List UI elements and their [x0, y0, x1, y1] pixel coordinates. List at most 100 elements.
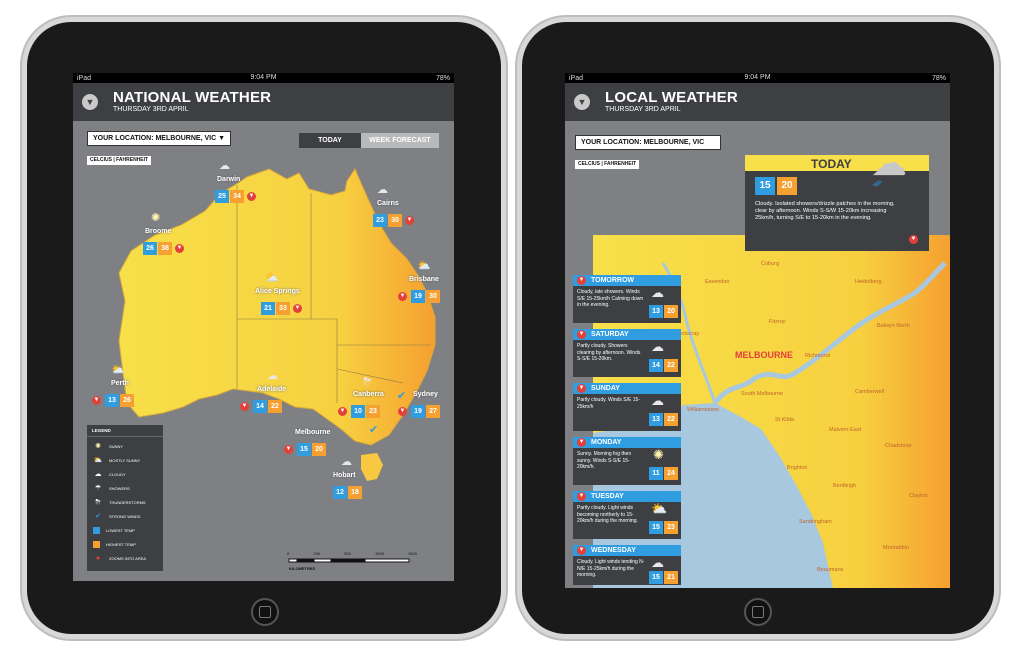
forecast-day: SATURDAY	[591, 331, 629, 338]
suburb-label: Malvern East	[829, 427, 862, 433]
city-label-cairns: Cairns	[377, 200, 399, 207]
suburb-label: South Melbourne	[741, 391, 783, 397]
home-button[interactable]	[744, 598, 772, 626]
legend-item-sunny: ✺ SUNNY	[93, 443, 123, 450]
scale-ticks: 0 250 500 1000 1500	[287, 551, 417, 556]
zoom-button-canberra[interactable]: ▼	[338, 407, 347, 416]
suburb-label: Heidelberg	[855, 279, 882, 285]
city-label-perth: Perth	[111, 380, 129, 387]
today-min-temp: 15	[755, 177, 775, 195]
legend-item-lowest-temp: LOWEST TEMP	[93, 527, 135, 534]
legend-item-strong-winds: ✔ STRONG WINDS	[93, 513, 141, 520]
today-expand-button[interactable]: ▼	[909, 235, 918, 244]
legend-item-mostly-sunny: ⛅ MOSTLY SUNNY	[93, 457, 141, 464]
city-label-adelaide: Adelaide	[257, 386, 287, 393]
map-legend: LEGEND ✺ SUNNY ⛅ MOSTLY SUNNY ☁ CLOUDY ☂ SHO…	[87, 425, 163, 571]
mostly-sunny-icon: ⛅	[111, 364, 125, 376]
forecast-text: Cloudy, late showers. Winds S/E 15-25km/…	[577, 289, 644, 308]
forecast-min-temp: 15	[649, 571, 663, 584]
expand-button[interactable]: ▼	[577, 276, 586, 285]
right-ipad: iPad 9:04 PM 78% ▼ LOCAL WEATHER THURSDA…	[522, 22, 994, 634]
cloudy-icon: ☁	[341, 456, 352, 468]
suburb-label: Chadstone	[885, 443, 912, 449]
forecast-card-saturday[interactable]: ▼ SATURDAY Partly cloudy. Showers clearin…	[573, 329, 681, 377]
left-ipad: iPad 9:04 PM 78% ▼ NATIONAL WEATHER THUR…	[27, 22, 501, 634]
forecast-max-temp: 23	[664, 521, 678, 534]
right-screen: iPad 9:04 PM 78% ▼ LOCAL WEATHER THURSDA…	[565, 73, 950, 588]
expand-button[interactable]: ▼	[577, 438, 586, 447]
suburb-label: Balwyn North	[877, 323, 910, 329]
legend-title: LEGEND	[92, 428, 111, 433]
forecast-min-temp: 15	[649, 521, 663, 534]
forecast-card-monday[interactable]: ▼ MONDAY Sunny. Morning fog then sunny. W…	[573, 437, 681, 485]
sunny-icon: ✺	[151, 212, 161, 224]
home-button[interactable]	[251, 598, 279, 626]
cloudy-icon: ☁	[94, 471, 102, 478]
legend-item-showers: ☂ SHOWERS	[94, 485, 130, 492]
mostly-sunny-icon: ⛅	[265, 272, 279, 284]
forecast-max-temp: 22	[664, 359, 678, 372]
expand-button[interactable]: ▼	[577, 546, 586, 555]
left-screen: iPad 9:04 PM 78% ▼ NATIONAL WEATHER THUR…	[73, 73, 454, 581]
forecast-card-tuesday[interactable]: ▼ TUESDAY Partly cloudy. Light winds beco…	[573, 491, 681, 539]
zoom-button-darwin[interactable]: ▼	[247, 192, 256, 201]
suburb-label: Beaumaris	[817, 567, 844, 573]
forecast-day: SUNDAY	[591, 385, 620, 392]
min-temp-perth: 13	[105, 394, 119, 407]
min-temp-darwin: 25	[215, 190, 229, 203]
forecast-card-tomorrow[interactable]: ▼ TOMORROW Cloudy, late showers. Winds S/…	[573, 275, 681, 323]
max-temp-canberra: 23	[366, 405, 380, 418]
zoom-button-cairns[interactable]: ▼	[405, 216, 414, 225]
cloudy-icon: ☁	[267, 370, 278, 382]
strong-winds-icon: ✔	[95, 513, 101, 520]
strong-winds-icon: ✔	[397, 390, 407, 402]
expand-button[interactable]: ▼	[577, 492, 586, 501]
zoom-button-broome[interactable]: ▼	[175, 244, 184, 253]
min-temp-canberra: 10	[351, 405, 365, 418]
lowest-temp-swatch	[93, 527, 100, 534]
forecast-min-temp: 14	[649, 359, 663, 372]
forecast-text: Sunny. Morning fog then sunny. Winds S-S…	[577, 451, 632, 470]
zoom-button-adelaide[interactable]: ▼	[240, 402, 249, 411]
expand-button[interactable]: ▼	[577, 330, 586, 339]
forecast-min-temp: 13	[649, 305, 663, 318]
today-description: Cloudy. Isolated showers/drizzle patches…	[755, 201, 895, 222]
expand-button[interactable]: ▼	[577, 384, 586, 393]
legend-item-highest-temp: HIGHEST TEMP	[93, 541, 136, 548]
zoom-button-perth[interactable]: ▼	[92, 396, 101, 405]
legend-item-zoom: ● ZOOMS INTO AREA	[93, 555, 146, 562]
scale-bar	[288, 558, 410, 563]
forecast-text: Partly cloudy. Showers clearing by after…	[577, 343, 641, 362]
showers-icon: ☁	[377, 184, 388, 196]
forecast-card-sunday[interactable]: ▼ SUNDAY Partly cloudy. Winds S/E 15-25km…	[573, 383, 681, 431]
max-temp-alice-springs: 33	[276, 302, 290, 315]
zoom-button-sydney[interactable]: ▼	[398, 407, 407, 416]
max-temp-sydney: 27	[426, 405, 440, 418]
max-temp-melbourne: 20	[312, 443, 326, 456]
today-label: TODAY	[811, 157, 852, 171]
forecast-card-wednesday[interactable]: ▼ WEDNESDAY Cloudy. Light winds tending N…	[573, 545, 681, 585]
cloudy-icon: ☁	[651, 339, 664, 354]
mostly-sunny-icon: ⛅	[651, 501, 668, 516]
forecast-max-temp: 21	[664, 571, 678, 584]
city-label-melbourne: Melbourne	[295, 429, 331, 436]
suburb-label: Sandringham	[799, 519, 832, 525]
forecast-day: WEDNESDAY	[591, 547, 636, 554]
thunderstorms-icon: ⛈	[363, 376, 372, 388]
zoom-button-alice-springs[interactable]: ▼	[293, 304, 302, 313]
max-temp-brisbane: 30	[426, 290, 440, 303]
suburb-label: Bentleigh	[833, 483, 856, 489]
min-temp-adelaide: 14	[253, 400, 267, 413]
max-temp-perth: 26	[120, 394, 134, 407]
zoom-button-melbourne[interactable]: ▼	[284, 445, 293, 454]
zoom-button-brisbane[interactable]: ▼	[398, 292, 407, 301]
suburb-label: Williamstown	[687, 407, 720, 413]
suburb-label: Moorabbin	[883, 545, 909, 551]
showers-icon: ☁	[651, 285, 664, 300]
suburb-label: Essendon	[705, 279, 730, 285]
strong-winds-icon: ✔	[369, 424, 379, 436]
forecast-text: Partly cloudy. Light winds becoming nort…	[577, 505, 638, 524]
suburb-label: Coburg	[761, 261, 780, 267]
suburb-label: Richmond	[805, 353, 830, 359]
city-label-melbourne: MELBOURNE	[735, 350, 793, 360]
